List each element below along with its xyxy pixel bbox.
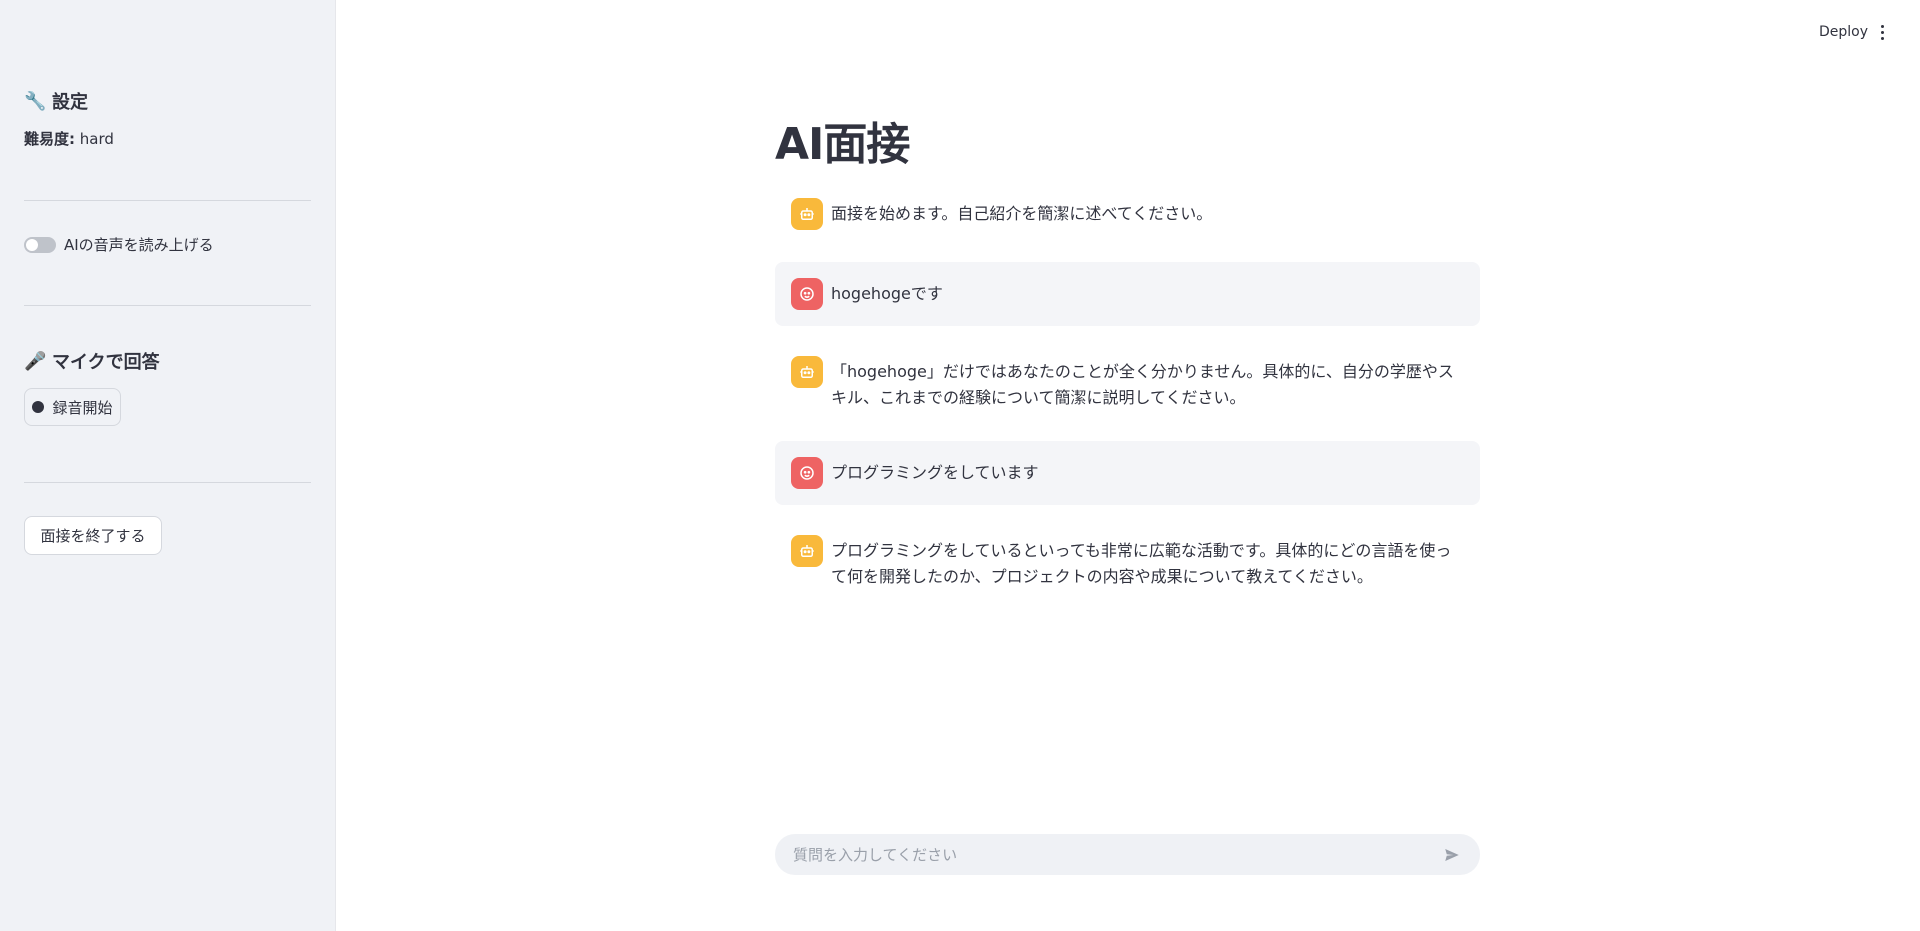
sidebar-divider — [24, 482, 311, 483]
voice-toggle-label: AIの音声を読み上げる — [64, 236, 214, 254]
kebab-menu-icon[interactable] — [1876, 22, 1888, 42]
chat-input[interactable] — [793, 845, 1442, 864]
chat-message-user: hogehogeです — [775, 262, 1480, 326]
send-icon[interactable] — [1442, 845, 1462, 865]
record-start-button[interactable]: 録音開始 — [24, 388, 121, 426]
difficulty-value: hard — [79, 130, 114, 148]
message-text: hogehogeです — [831, 284, 943, 303]
bot-icon — [791, 198, 823, 230]
chat-input-container — [775, 834, 1480, 875]
difficulty-text: 難易度: hard — [24, 128, 114, 149]
end-button-label: 面接を終了する — [40, 527, 146, 545]
sidebar-divider — [24, 200, 311, 201]
chat-message-user: プログラミングをしています — [775, 441, 1480, 505]
mic-title: マイクで回答 — [52, 352, 160, 373]
chat-message-assistant: 「hogehoge」だけではあなたのことが全く分かりません。具体的に、自分の学歴… — [775, 356, 1480, 416]
end-interview-button[interactable]: 面接を終了する — [24, 516, 162, 555]
settings-heading: 🔧 設定 — [24, 88, 88, 114]
sidebar: 🔧 設定 難易度: hard AIの音声を読み上げる 🎤 マイクで回答 録音開始… — [0, 0, 336, 931]
chat-message-assistant: 面接を始めます。自己紹介を簡潔に述べてください。 — [775, 198, 1480, 232]
settings-title: 設定 — [52, 92, 88, 113]
page-title: AI面接 — [775, 119, 910, 170]
deploy-button[interactable]: Deploy — [1819, 24, 1868, 40]
user-face-icon — [791, 457, 823, 489]
record-dot-icon — [32, 401, 45, 413]
mic-heading: 🎤 マイクで回答 — [24, 348, 160, 374]
message-text: プログラミングをしています — [831, 463, 1039, 482]
chat-message-assistant: プログラミングをしているといっても非常に広範な活動です。具体的にどの言語を使って… — [775, 535, 1480, 595]
toggle-knob — [26, 238, 38, 251]
record-button-label: 録音開始 — [52, 398, 113, 417]
bot-icon — [791, 535, 823, 567]
bot-icon — [791, 356, 823, 388]
wrench-icon: 🔧 — [24, 90, 47, 112]
sidebar-divider — [24, 305, 311, 306]
voice-toggle[interactable] — [24, 236, 56, 253]
difficulty-label: 難易度: — [24, 130, 75, 148]
message-text: 面接を始めます。自己紹介を簡潔に述べてください。 — [831, 204, 1213, 223]
message-text: 「hogehoge」だけではあなたのことが全く分かりません。具体的に、自分の学歴… — [831, 362, 1454, 407]
message-text: プログラミングをしているといっても非常に広範な活動です。具体的にどの言語を使って… — [831, 541, 1452, 586]
user-face-icon — [791, 278, 823, 310]
microphone-icon: 🎤 — [24, 350, 47, 372]
voice-toggle-row[interactable]: AIの音声を読み上げる — [24, 234, 214, 255]
